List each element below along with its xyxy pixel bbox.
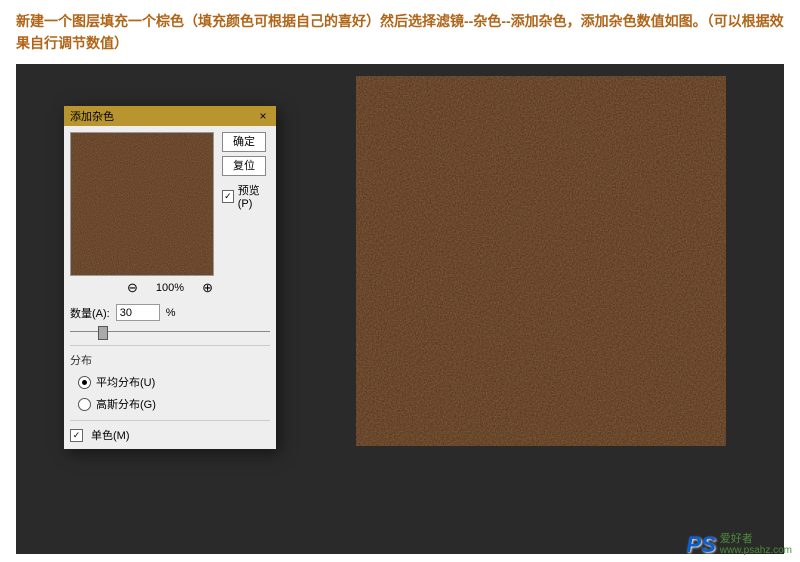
dialog-title-text: 添加杂色 <box>70 108 114 124</box>
radio-uniform-label: 平均分布(U) <box>96 374 155 390</box>
reset-button[interactable]: 复位 <box>222 156 266 176</box>
add-noise-dialog: 添加杂色 × 确定 复位 ✓ 预览(P) <box>64 106 276 449</box>
noise-texture-image <box>356 76 726 446</box>
radio-gaussian[interactable]: 高斯分布(G) <box>78 396 270 412</box>
dialog-body: 确定 复位 ✓ 预览(P) ⊖ 100% ⊕ 数量(A): % <box>64 126 276 449</box>
radio-icon <box>78 376 91 389</box>
preview-checkbox-label: 预览(P) <box>238 182 270 210</box>
monochrome-label: 单色(M) <box>91 427 130 443</box>
instruction-text: 新建一个图层填充一个棕色（填充颜色可根据自己的喜好）然后选择滤镜--杂色--添加… <box>0 0 800 64</box>
checkbox-icon: ✓ <box>222 190 234 203</box>
zoom-level: 100% <box>156 282 184 294</box>
ok-button[interactable]: 确定 <box>222 132 266 152</box>
zoom-out-icon[interactable]: ⊖ <box>127 280 138 296</box>
photoshop-canvas: 添加杂色 × 确定 复位 ✓ 预览(P) <box>16 64 784 554</box>
radio-icon <box>78 398 91 411</box>
monochrome-checkbox-row[interactable]: ✓ 单色(M) <box>70 420 270 443</box>
watermark-logo: PS <box>686 532 715 558</box>
close-icon[interactable]: × <box>256 109 270 123</box>
watermark-url: www.psahz.com <box>720 545 792 557</box>
preview-checkbox-row[interactable]: ✓ 预览(P) <box>222 182 270 210</box>
amount-input[interactable] <box>116 304 160 321</box>
dialog-titlebar[interactable]: 添加杂色 × <box>64 106 276 126</box>
amount-unit: % <box>166 307 176 319</box>
slider-handle[interactable] <box>98 326 108 340</box>
checkbox-icon: ✓ <box>70 429 83 442</box>
zoom-in-icon[interactable]: ⊕ <box>202 280 213 296</box>
radio-uniform[interactable]: 平均分布(U) <box>78 374 270 390</box>
amount-slider[interactable] <box>70 323 270 339</box>
watermark-name: 爱好者 <box>720 533 792 545</box>
preview-thumbnail <box>70 132 214 276</box>
watermark: PS 爱好者 www.psahz.com <box>686 532 792 558</box>
amount-label: 数量(A): <box>70 305 110 321</box>
distribution-label: 分布 <box>70 345 270 368</box>
radio-gaussian-label: 高斯分布(G) <box>96 396 156 412</box>
